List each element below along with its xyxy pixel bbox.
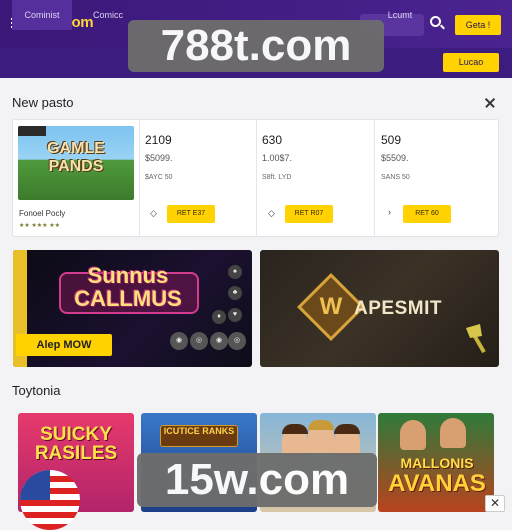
chip-icon: ◉ bbox=[170, 332, 188, 350]
ad-close-icon[interactable]: ✕ bbox=[485, 495, 505, 512]
nav-cta-button[interactable]: Lucao bbox=[443, 53, 499, 72]
banner-left-title-line1: Sunnus bbox=[87, 263, 169, 288]
close-icon[interactable] bbox=[483, 96, 497, 110]
banner-left-title-line2: CALLMUS bbox=[74, 286, 182, 311]
chip-icon: ◎ bbox=[228, 332, 246, 350]
character-hair bbox=[334, 424, 360, 434]
watermark-top: 788t.com bbox=[128, 20, 384, 72]
search-icon[interactable] bbox=[430, 16, 441, 27]
banner-right-title: APESMIT bbox=[354, 298, 442, 319]
offer-1-value: 2109 bbox=[145, 133, 172, 147]
game-card-4-title-line1: MALLONIS bbox=[400, 455, 474, 471]
login-button[interactable]: Geta ! bbox=[455, 15, 501, 35]
offer-2-price: 1.00$7. bbox=[262, 153, 293, 163]
banner-left-cta-button[interactable]: Alep MOW bbox=[16, 334, 112, 356]
character-hair bbox=[282, 424, 308, 434]
offer-3-price: $5509. bbox=[381, 153, 409, 163]
chip-icon: ♦ bbox=[212, 310, 226, 324]
character-icon bbox=[400, 420, 426, 450]
column-divider bbox=[139, 120, 140, 236]
featured-game-name: Fonoel Pocly bbox=[19, 209, 66, 218]
featured-game-rating: ★★ ★★★ ★★ bbox=[19, 223, 60, 229]
diamond-icon: ◇ bbox=[150, 208, 157, 218]
character-icon bbox=[440, 418, 466, 448]
offer-3-value: 509 bbox=[381, 133, 402, 147]
offer-1-price: $5099. bbox=[145, 153, 173, 163]
column-divider bbox=[374, 120, 375, 236]
offer-1-detail: $AYC 50 bbox=[145, 174, 173, 181]
offer-2-bet-button[interactable]: RET R07 bbox=[285, 205, 333, 223]
banner-left-title: Sunnus CALLMUS bbox=[53, 264, 203, 310]
section-title-new-posts: New pasto bbox=[12, 95, 74, 110]
diamond-icon: ◇ bbox=[268, 208, 275, 218]
offer-3-detail: SANS 50 bbox=[381, 174, 410, 181]
chip-icon: ♣ bbox=[228, 286, 242, 300]
nav-tab-2[interactable]: Comicc bbox=[82, 0, 134, 30]
column-divider bbox=[256, 120, 257, 236]
section-title-toptonia: Toytonia bbox=[12, 383, 61, 398]
nav-tab-right[interactable]: Lcumt bbox=[380, 0, 420, 30]
offer-2-detail: S8ft. LYD bbox=[262, 174, 292, 181]
chevron-right-icon: › bbox=[388, 207, 391, 217]
chip-icon: ♠ bbox=[228, 265, 242, 279]
featured-game-thumbnail[interactable]: GAMLE PANDS bbox=[18, 126, 134, 200]
chip-icon: ◎ bbox=[190, 332, 208, 350]
chip-icon: ◉ bbox=[210, 332, 228, 350]
w-badge-letter: W bbox=[319, 293, 343, 320]
flag-ball-icon bbox=[20, 470, 80, 530]
game-card-2-title: ICUTICE RANKS bbox=[160, 425, 238, 447]
thumb-badge bbox=[18, 126, 46, 136]
character-hair bbox=[308, 420, 334, 430]
nav-tab-1[interactable]: Cominist bbox=[12, 0, 72, 30]
axe-icon bbox=[466, 324, 486, 354]
offer-1-bet-button[interactable]: RET E37 bbox=[167, 205, 215, 223]
offer-3-bet-button[interactable]: RET 60 bbox=[403, 205, 451, 223]
featured-game-title: GAMLE PANDS bbox=[47, 140, 105, 175]
chip-icon: ♥ bbox=[228, 308, 242, 322]
watermark-bottom: 15w.com bbox=[137, 453, 377, 507]
offer-2-value: 630 bbox=[262, 133, 283, 147]
game-card-4-title-line2: AVANAS bbox=[388, 470, 486, 497]
game-card-1-title: SUICKY RASILES bbox=[34, 424, 118, 464]
